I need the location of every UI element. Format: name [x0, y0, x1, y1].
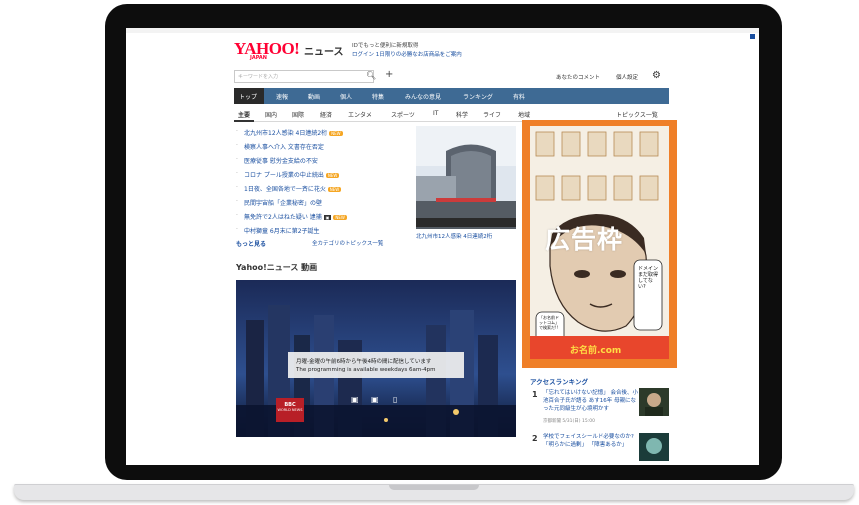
pickup-caption[interactable]: 北九州市12人感染 4日連続2桁: [416, 232, 492, 240]
yahoo-logo-sub: JAPAN: [250, 55, 267, 61]
ad-speech-bubble-1: ドメインまだ取得してない?: [638, 266, 659, 290]
topic-title: 民間宇宙船「企業秘密」の壁: [244, 200, 323, 207]
laptop-icon: ▣: [371, 395, 379, 404]
new-badge: NEW: [327, 187, 342, 192]
rank-thumbnail-graphic: [639, 433, 669, 461]
rank-thumbnail[interactable]: [639, 433, 669, 461]
video-overlay-jp: 月曜-金曜の午前6時から午後4時の間に配信しています: [296, 359, 432, 365]
nav-item-top[interactable]: トップ: [239, 92, 257, 101]
rank-number: 2: [532, 434, 538, 443]
topic-item[interactable]: 医療従事 慰労金支給の不安: [244, 156, 318, 165]
search-input[interactable]: キーワードを入力: [234, 70, 374, 83]
search-icon[interactable]: 🔍︎: [366, 71, 376, 80]
gear-icon[interactable]: ⚙: [652, 70, 661, 81]
subnav-item-economy[interactable]: 経済: [320, 110, 332, 119]
bbc-logo: BBC WORLD NEWS: [276, 398, 304, 422]
new-badge: NEW: [325, 173, 340, 178]
topic-bullet: ·: [236, 212, 238, 219]
video-overlay-en: The programming is available weekdays 6a…: [296, 367, 436, 373]
nav-item-breaking[interactable]: 速報: [276, 92, 288, 101]
tv-icon: ▣: [351, 395, 359, 404]
topic-title: 北九州市12人感染 4日連続2桁: [244, 130, 328, 137]
topic-item[interactable]: 無免許で2人はねた疑い 逮捕 ▣ NEW: [244, 212, 347, 221]
subnav-item-life[interactable]: ライフ: [483, 110, 501, 119]
topic-bullet: ·: [236, 198, 238, 205]
promo-line-2[interactable]: ログイン 1日限りの必勝なお店商品をご案内: [352, 50, 462, 58]
topic-bullet: ·: [236, 156, 238, 163]
rank-item-text[interactable]: 「忘れてはいけない記憶」 会合後、小池百合子氏が語る あす16年 母親になった元…: [543, 389, 639, 413]
ad-slot-label: 広告枠: [545, 225, 624, 254]
more-link[interactable]: もっと見る: [236, 239, 266, 248]
subnav-item-main[interactable]: 主要: [238, 110, 250, 119]
topic-title: コロナ プール授業の中止続出: [244, 172, 324, 179]
nav-item-video[interactable]: 動画: [308, 92, 320, 101]
nav-item-feature[interactable]: 特集: [372, 92, 384, 101]
laptop-screen: YAHOO! JAPAN ニュース IDでもっと便利に新規取得 ログイン 1日限…: [126, 28, 759, 465]
bbc-logo-bottom: WORLD NEWS: [277, 408, 303, 412]
subnav-item-international[interactable]: 国際: [292, 110, 304, 119]
topic-item[interactable]: 中村獅童 6月末に第2子誕生: [244, 226, 320, 235]
rank-number: 1: [532, 390, 538, 399]
subnav-item-it[interactable]: IT: [433, 110, 438, 117]
browser-top-strip: [126, 28, 759, 33]
nav-item-individual[interactable]: 個人: [340, 92, 352, 101]
topic-title: 医療従事 慰労金支給の不安: [244, 158, 318, 165]
nav-item-paid[interactable]: 有料: [513, 92, 525, 101]
rank-item-meta: 京都新聞 5/31(日) 15:00: [543, 419, 595, 424]
main-nav: [234, 88, 669, 104]
subnav-item-region[interactable]: 地域: [518, 110, 530, 119]
subnav-item-entertainment[interactable]: エンタメ: [348, 110, 372, 119]
topic-item[interactable]: 検察人事へ介入 文書存在否定: [244, 142, 324, 151]
subnav-item-domestic[interactable]: 国内: [265, 110, 277, 119]
promo-line-1[interactable]: IDでもっと便利に新規取得: [352, 41, 418, 49]
nav-item-opinions[interactable]: みんなの意見: [405, 92, 441, 101]
nav-item-ranking[interactable]: ランキング: [463, 92, 493, 101]
laptop-base: [14, 484, 854, 500]
topic-bullet: ·: [236, 128, 238, 135]
ad-site-name: お名前.com: [570, 346, 622, 356]
news-word[interactable]: ニュース: [304, 43, 344, 58]
my-comments-link[interactable]: あなたのコメント: [556, 73, 600, 81]
photo-icon: ▣: [323, 215, 332, 220]
video-section-title: Yahoo!ニュース 動画: [236, 263, 318, 272]
ad-speech-bubble-2: 「お名前ドットコム」で検索だ!!: [539, 315, 559, 330]
rank-thumbnail[interactable]: [639, 388, 669, 416]
topic-title: 1日夜、全国各地で一斉に花火: [244, 186, 326, 193]
subnav-item-sports[interactable]: スポーツ: [391, 110, 415, 119]
topic-item[interactable]: コロナ プール授業の中止続出 NEW: [244, 170, 340, 179]
pickup-photo-graphic: [416, 126, 516, 229]
topic-item[interactable]: 民間宇宙船「企業秘密」の壁: [244, 198, 322, 207]
topic-title: 中村獅童 6月末に第2子誕生: [244, 228, 320, 235]
video-player[interactable]: 月曜-金曜の午前6時から午後4時の間に配信しています The programmi…: [236, 280, 516, 437]
new-badge: NEW: [329, 131, 343, 136]
topic-bullet: ·: [236, 184, 238, 191]
new-badge: NEW: [333, 215, 347, 220]
rank-thumbnail-graphic: [639, 388, 669, 416]
topic-item[interactable]: 1日夜、全国各地で一斉に花火 NEW: [244, 184, 342, 193]
all-topics-link[interactable]: 全カテゴリのトピックス一覧: [312, 239, 383, 247]
search-placeholder: キーワードを入力: [238, 74, 279, 80]
topic-bullet: ·: [236, 226, 238, 233]
topic-bullet: ·: [236, 170, 238, 177]
phone-icon: ▯: [393, 395, 398, 404]
ranking-title: アクセスランキング: [530, 378, 588, 386]
topic-item[interactable]: 北九州市12人感染 4日連続2桁 NEW: [244, 128, 343, 137]
topic-bullet: ·: [236, 142, 238, 149]
pickup-photo[interactable]: [416, 126, 516, 229]
subnav-item-science[interactable]: 科学: [456, 110, 468, 119]
scroll-indicator: [750, 34, 755, 39]
plus-icon[interactable]: +: [385, 69, 393, 80]
rank-item-text[interactable]: 学校でフェイスシールド必要なのか? 「明らかに過剰」 「障害あるか」: [543, 433, 639, 449]
base-notch: [389, 485, 479, 490]
personal-settings-link[interactable]: 個人設定: [616, 73, 638, 81]
subnav-active-indicator: [234, 120, 254, 122]
topics-list-link[interactable]: トピックス一覧: [616, 110, 658, 119]
topic-title: 検察人事へ介入 文書存在否定: [244, 144, 324, 151]
topic-title: 無免許で2人はねた疑い 逮捕: [244, 214, 322, 221]
